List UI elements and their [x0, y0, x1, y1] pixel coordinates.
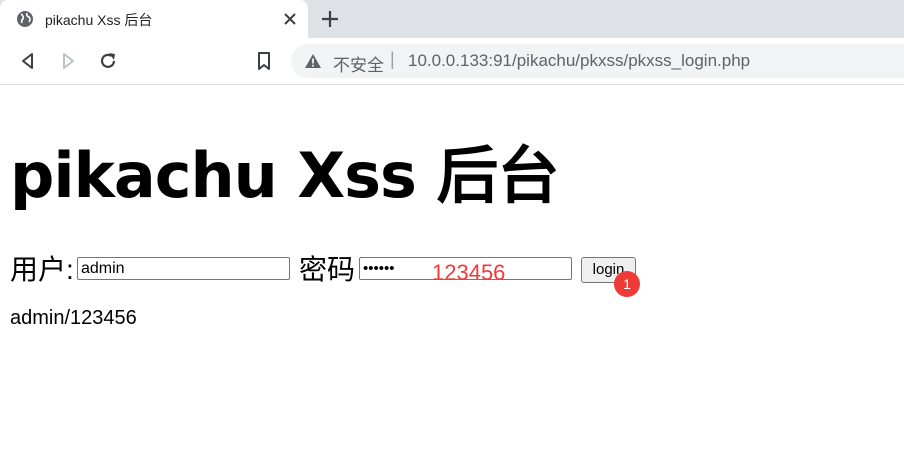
url-separator: | — [390, 49, 395, 69]
url-text[interactable]: 10.0.0.133:91/pikachu/pkxss/pkxss_login.… — [408, 51, 750, 71]
browser-tab[interactable]: pikachu Xss 后台 — [0, 0, 308, 38]
username-input[interactable]: admin — [77, 257, 290, 280]
globe-icon — [17, 11, 33, 27]
back-icon[interactable] — [17, 50, 39, 72]
forward-icon[interactable] — [57, 50, 79, 72]
credentials-hint: admin/123456 — [10, 307, 137, 329]
address-bar[interactable]: 不安全 | 10.0.0.133:91/pikachu/pkxss/pkxss_… — [291, 44, 904, 78]
tab-title: pikachu Xss 后台 — [45, 12, 153, 28]
page-title: pikachu Xss 后台 — [10, 139, 560, 212]
tab-strip: pikachu Xss 后台 — [0, 0, 904, 38]
password-label: 密码 — [299, 254, 356, 285]
password-annotation: 123456 — [432, 260, 506, 285]
login-form: 用户: admin 密码 •••••• 123456 login 1 — [10, 248, 890, 297]
browser-toolbar: 不安全 | 10.0.0.133:91/pikachu/pkxss/pkxss_… — [0, 38, 904, 85]
close-icon[interactable] — [281, 10, 299, 28]
plus-icon[interactable] — [319, 8, 341, 30]
security-label[interactable]: 不安全 — [333, 51, 384, 76]
step-badge: 1 — [614, 271, 640, 297]
page-content: pikachu Xss 后台 用户: admin 密码 •••••• 12345… — [0, 85, 904, 457]
warning-icon[interactable] — [304, 52, 322, 70]
reload-icon[interactable] — [97, 50, 119, 72]
bookmark-icon[interactable] — [253, 50, 275, 72]
username-label: 用户: — [10, 254, 74, 285]
